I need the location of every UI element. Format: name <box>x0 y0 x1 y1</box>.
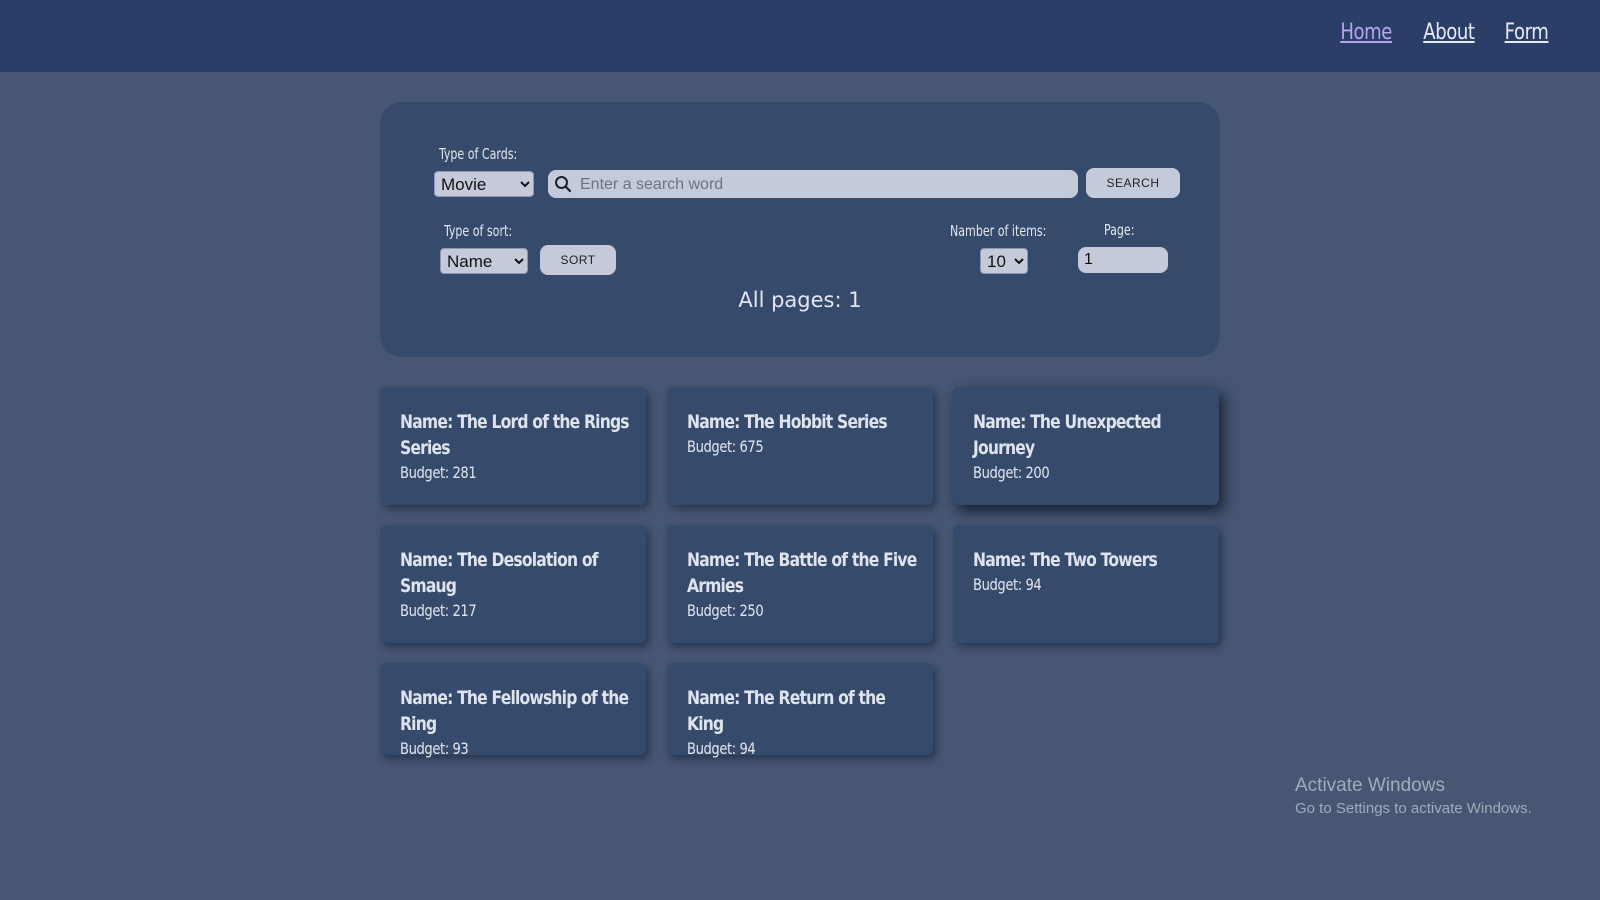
items-count-select[interactable]: 10 <box>980 248 1028 274</box>
sort-button[interactable]: SORT <box>540 245 616 275</box>
movie-card[interactable]: Name: The Unexpected Journey Budget: 200 <box>953 387 1219 505</box>
nav-about-link[interactable]: About <box>1423 20 1475 45</box>
card-name: Name: The Unexpected Journey <box>973 411 1162 459</box>
movie-card[interactable]: Name: The Hobbit Series Budget: 675 <box>667 387 933 505</box>
movie-card[interactable]: Name: The Fellowship of the Ring Budget:… <box>380 663 646 758</box>
card-budget: Budget: 200 <box>973 463 1050 482</box>
watermark-subtitle: Go to Settings to activate Windows. <box>1295 800 1532 817</box>
search-bar <box>548 170 1078 200</box>
top-navbar: Home About Form <box>0 0 1600 72</box>
card-name: Name: The Lord of the Rings Series <box>400 411 630 459</box>
sort-type-label: Type of sort: <box>444 222 513 240</box>
movie-card[interactable]: Name: The Two Towers Budget: 94 <box>953 525 1219 643</box>
watermark-title: Activate Windows <box>1295 775 1445 796</box>
movie-card[interactable]: Name: The Desolation of Smaug Budget: 21… <box>380 525 646 643</box>
items-count-label: Namber of items: <box>950 222 1047 240</box>
card-name: Name: The Return of the King <box>687 687 886 735</box>
all-pages-text: All pages: 1 <box>738 288 862 312</box>
card-budget: Budget: 250 <box>687 601 764 620</box>
windows-activation-watermark: Activate Windows Go to Settings to activ… <box>1295 775 1532 817</box>
card-type-select[interactable]: Movie <box>434 171 534 197</box>
card-budget: Budget: 93 <box>400 739 469 758</box>
page-label: Page: <box>1104 221 1135 239</box>
nav-home-link[interactable]: Home <box>1340 20 1392 45</box>
page-number-input[interactable] <box>1078 247 1168 273</box>
search-icon <box>555 176 572 193</box>
card-type-label: Type of Cards: <box>439 145 518 163</box>
nav-form-link[interactable]: Form <box>1504 20 1548 45</box>
card-name: Name: The Hobbit Series <box>687 411 888 433</box>
card-name: Name: The Battle of the Five Armies <box>687 549 917 597</box>
card-budget: Budget: 94 <box>687 739 756 758</box>
movie-card[interactable]: Name: The Lord of the Rings Series Budge… <box>380 387 646 505</box>
card-name: Name: The Desolation of Smaug <box>400 549 599 597</box>
nav-links: Home About Form <box>1329 20 1548 45</box>
search-input[interactable] <box>578 170 1072 200</box>
card-budget: Budget: 217 <box>400 601 477 620</box>
card-name: Name: The Fellowship of the Ring <box>400 687 629 735</box>
movie-card[interactable]: Name: The Battle of the Five Armies Budg… <box>667 525 933 643</box>
sort-type-select[interactable]: Name <box>440 248 528 274</box>
card-budget: Budget: 675 <box>687 437 764 456</box>
card-budget: Budget: 281 <box>400 463 477 482</box>
card-budget: Budget: 94 <box>973 575 1042 594</box>
search-button[interactable]: SEARCH <box>1086 168 1180 198</box>
card-name: Name: The Two Towers <box>973 549 1158 571</box>
movie-card[interactable]: Name: The Return of the King Budget: 94 <box>667 663 933 758</box>
